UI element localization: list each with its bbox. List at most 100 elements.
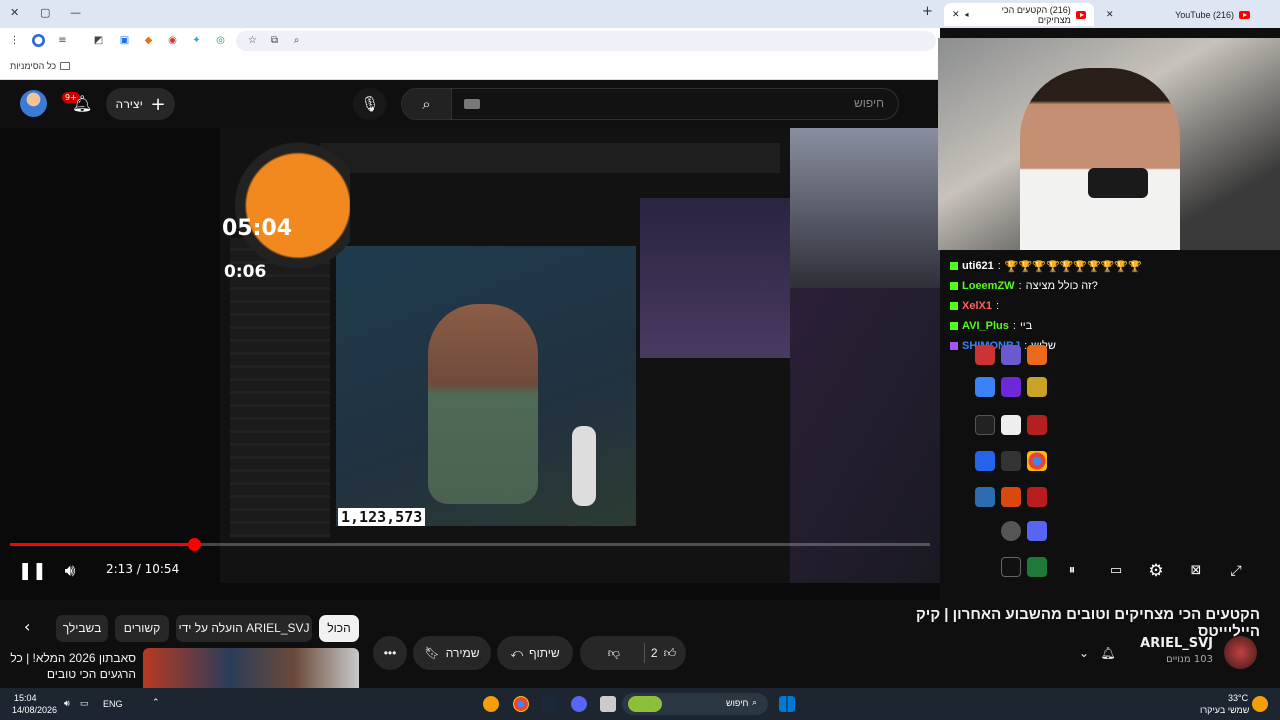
share-button[interactable]: ⤺ שיתוף [497,636,573,670]
thumbs-down-icon: 👎︎ [607,645,620,660]
recommended-video-thumbnail[interactable] [143,648,359,688]
app-icon [1027,557,1047,577]
app-icon[interactable] [483,696,499,712]
like-button[interactable]: 👍︎ [664,646,677,661]
chips-scroll-button[interactable]: ‹ [24,617,30,636]
extension-icon[interactable]: ✦ [190,34,203,47]
network-icon[interactable]: ▭ [80,698,89,709]
new-tab-button[interactable]: + [922,4,933,19]
zoom-icon[interactable]: ⌕ [290,34,303,47]
chrome-icon[interactable] [513,696,529,712]
scrubber-handle[interactable] [188,538,201,551]
file-explorer-icon[interactable] [600,696,616,712]
tab-youtube[interactable]: (216) YouTube ✕ [1098,3,1258,26]
search-button[interactable]: ⌕ [402,89,452,119]
chat-separator: : [1018,280,1022,292]
account-avatar[interactable] [20,90,47,117]
thumbs-up-icon: 👍︎ [663,645,677,660]
kick-badge-icon [950,282,958,290]
extension-icon[interactable]: ▣ [118,34,131,47]
tab-close-icon[interactable]: ✕ [952,9,960,20]
like-dislike-group: 👎︎ 2 👍︎ [580,636,686,670]
address-bar[interactable] [236,31,936,51]
tab-label: (216) הקטעים הכי מצחיקים [1001,4,1071,25]
kick-badge-icon [950,342,958,350]
extension-icon[interactable]: ◆ [142,34,155,47]
theater-mode-button[interactable]: ⊠ [1186,560,1206,582]
app-icon [1001,345,1021,365]
search-input[interactable]: ⌕ חיפוש [401,88,899,120]
minimize-window-button[interactable]: — [70,6,81,19]
maximize-window-button[interactable]: ▢ [40,6,50,19]
pause-button[interactable]: ❚❚ [18,560,47,582]
tab-close-icon[interactable]: ✕ [1106,9,1114,20]
volume-icon[interactable]: 🔊︎ [64,698,70,709]
subtitles-button[interactable]: ▭ [1106,560,1126,582]
extension-icon[interactable]: ◉ [166,34,179,47]
more-actions-button[interactable]: ••• [373,636,407,670]
time-display: 2:13 / 10:54 [106,562,180,576]
subscription-menu-button[interactable]: ⌄ [1070,636,1098,670]
app-icon [975,487,995,507]
bookmark-star-icon[interactable]: ☆ [246,34,259,47]
bookmark-icon: 🔖︎ [424,646,440,660]
inner-browser-bar [320,143,780,173]
clock-date: 14/08/2026 [12,705,58,715]
close-window-button[interactable]: ✕ [10,6,19,19]
steam-icon[interactable] [542,696,558,712]
bell-icon[interactable]: 🔔︎ [72,95,92,113]
settings-button[interactable]: ⚙ [1146,560,1166,582]
chat-separator: : [1012,320,1016,332]
plus-icon: + [150,93,166,115]
app-icon [975,415,995,435]
extension-icon[interactable]: ◎ [214,34,227,47]
menu-dots-icon[interactable]: ⋮ [8,34,21,47]
chat-separator: : [995,300,1000,312]
app-icon [1027,377,1047,397]
channel-avatar[interactable] [1224,636,1257,669]
voice-search-button[interactable]: 🎙︎ [353,88,387,120]
notifications-bell-button[interactable]: 🔔︎ [1096,636,1120,670]
youtube-favicon-icon [1239,10,1250,19]
chip-for-you[interactable]: בשבילך [56,615,108,642]
autoplay-toggle[interactable]: ⏸︎ [1062,560,1082,582]
chip-all[interactable]: הכול [319,615,359,642]
bell-icon: 🔔︎ [1100,646,1116,660]
inner-webcam [640,198,790,358]
discord-icon[interactable] [571,696,587,712]
chat-message: LoeemZW : זה כולל מציצה? [950,276,1230,296]
subtitles-icon: ▭ [1109,563,1123,578]
fullscreen-button[interactable]: ⤢ [1226,560,1246,582]
profile-icon[interactable]: ● [32,34,45,47]
firefox-icon [1027,345,1047,365]
progress-bar[interactable] [10,538,930,551]
windows-start-icon[interactable] [779,696,795,712]
streamer-figure [428,304,538,504]
dislike-button[interactable]: 👎︎ [590,646,638,661]
language-indicator[interactable]: ENG [103,699,123,709]
keyboard-icon[interactable] [464,99,480,109]
reading-list-icon[interactable]: ≡ [56,34,69,47]
save-button[interactable]: 🔖︎ שמירה [413,636,491,670]
create-button[interactable]: + יצירה [106,88,175,120]
video-player[interactable]: 05:04 0:06 1,123,573 [0,128,940,600]
app-icon [1001,451,1021,471]
recommended-video-title[interactable]: סאבתון 2026 המלא! | כל הרגעים הכי טובים [10,650,136,682]
taskbar-search[interactable]: חיפוש ⌕ [622,693,768,715]
kick-badge-icon [950,262,958,270]
tab-current-video[interactable]: (216) הקטעים הכי מצחיקים ◂ ✕ [944,3,1094,26]
share-icon: ⤺ [510,645,524,660]
chat-message: AVI_Plus : ביי [950,316,1230,336]
gear-icon: ⚙ [1148,561,1164,581]
tray-expand-icon[interactable]: ⌃ [152,697,160,708]
weather-sun-icon[interactable] [1252,696,1268,712]
install-icon[interactable]: ⧉ [268,34,281,47]
extensions-icon[interactable]: ◩ [92,34,105,47]
chip-uploaded-by[interactable]: הועלה על ידי ARIEL_SVJ [176,615,312,642]
mute-button[interactable]: 🔊︎ [58,560,82,582]
all-bookmarks-button[interactable]: כל הסימניות [10,61,71,71]
chip-related[interactable]: קשורים [115,615,169,642]
search-highlight-icon [628,696,662,712]
channel-name[interactable]: ARIEL_SVJ [1120,636,1213,651]
epic-games-icon [1001,557,1021,577]
